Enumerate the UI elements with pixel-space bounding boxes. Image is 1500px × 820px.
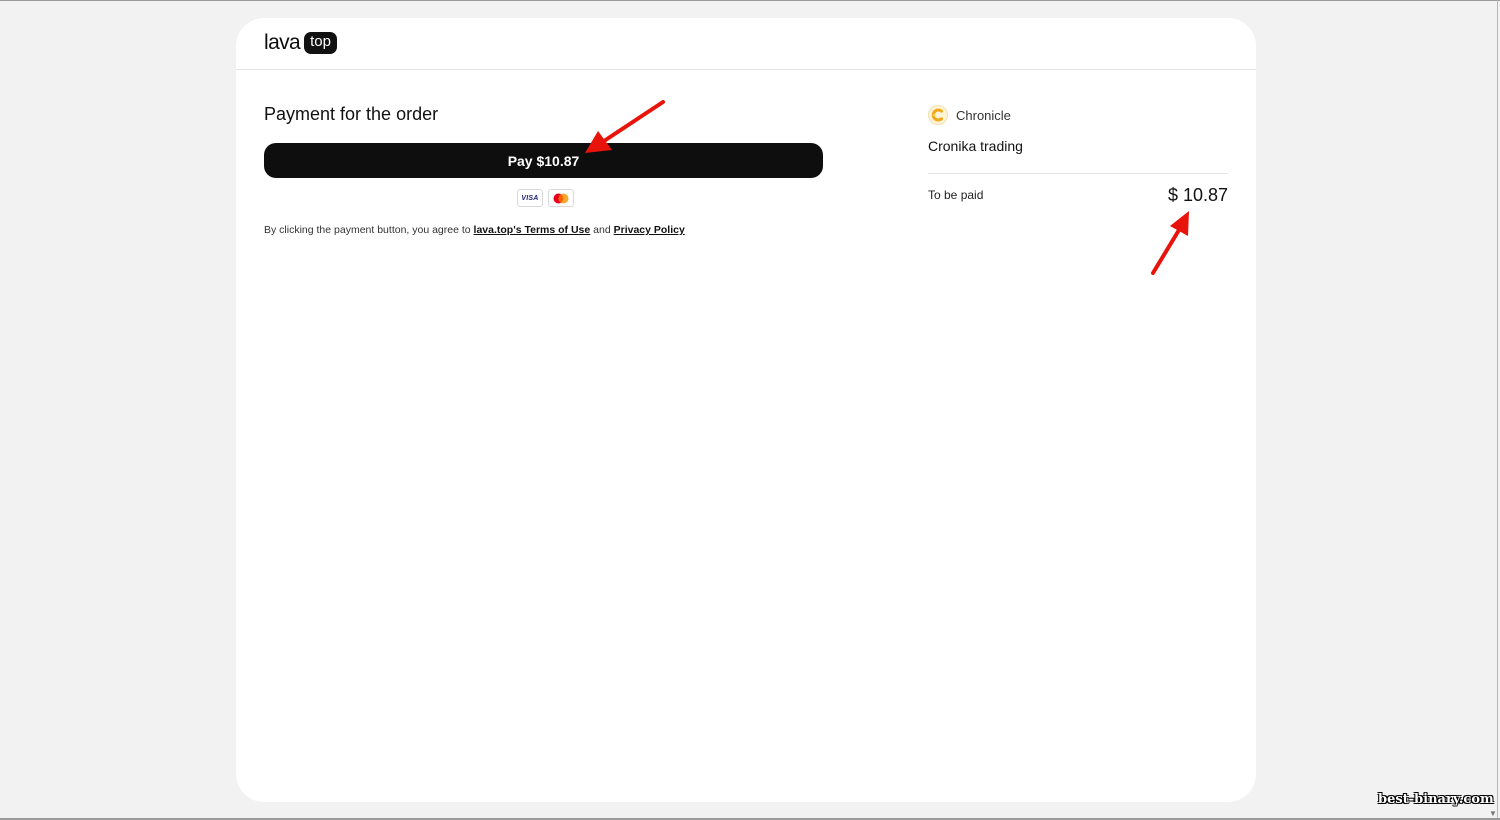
scroll-down-icon[interactable]: ▼ [1489,809,1497,818]
payment-methods: VISA [517,189,574,207]
watermark: best-binary.com [1378,792,1494,807]
visa-label: VISA [521,194,539,202]
logo-word: lava [264,31,301,54]
terms-prefix: By clicking the payment button, you agre… [264,224,471,236]
merchant-name: Chronicle [956,107,1011,123]
mastercard-icon [548,189,574,207]
chronicle-logo-icon [928,105,948,125]
terms-of-use-link[interactable]: lava.top's Terms of Use [474,224,591,236]
logo-badge: top [304,32,337,54]
scrollbar-track[interactable] [1497,0,1498,820]
privacy-policy-link[interactable]: Privacy Policy [614,224,685,236]
card-header: lava top [236,18,1256,70]
visa-icon: VISA [517,189,543,207]
lava-top-logo[interactable]: lava top [264,31,337,55]
window-top-border [0,0,1500,1]
checkout-card: lava top Payment for the order Pay $10.8… [236,18,1256,802]
page-title: Payment for the order [264,104,439,124]
total-amount: $ 10.87 [1167,185,1228,205]
terms-text: By clicking the payment button, you agre… [264,224,685,236]
product-name: Cronika trading [928,138,1023,154]
merchant-info: Chronicle [928,105,1011,125]
to-be-paid-label: To be paid [928,188,984,202]
pay-button[interactable]: Pay $10.87 [264,143,823,178]
terms-and: and [593,224,611,236]
summary-divider [928,173,1228,174]
